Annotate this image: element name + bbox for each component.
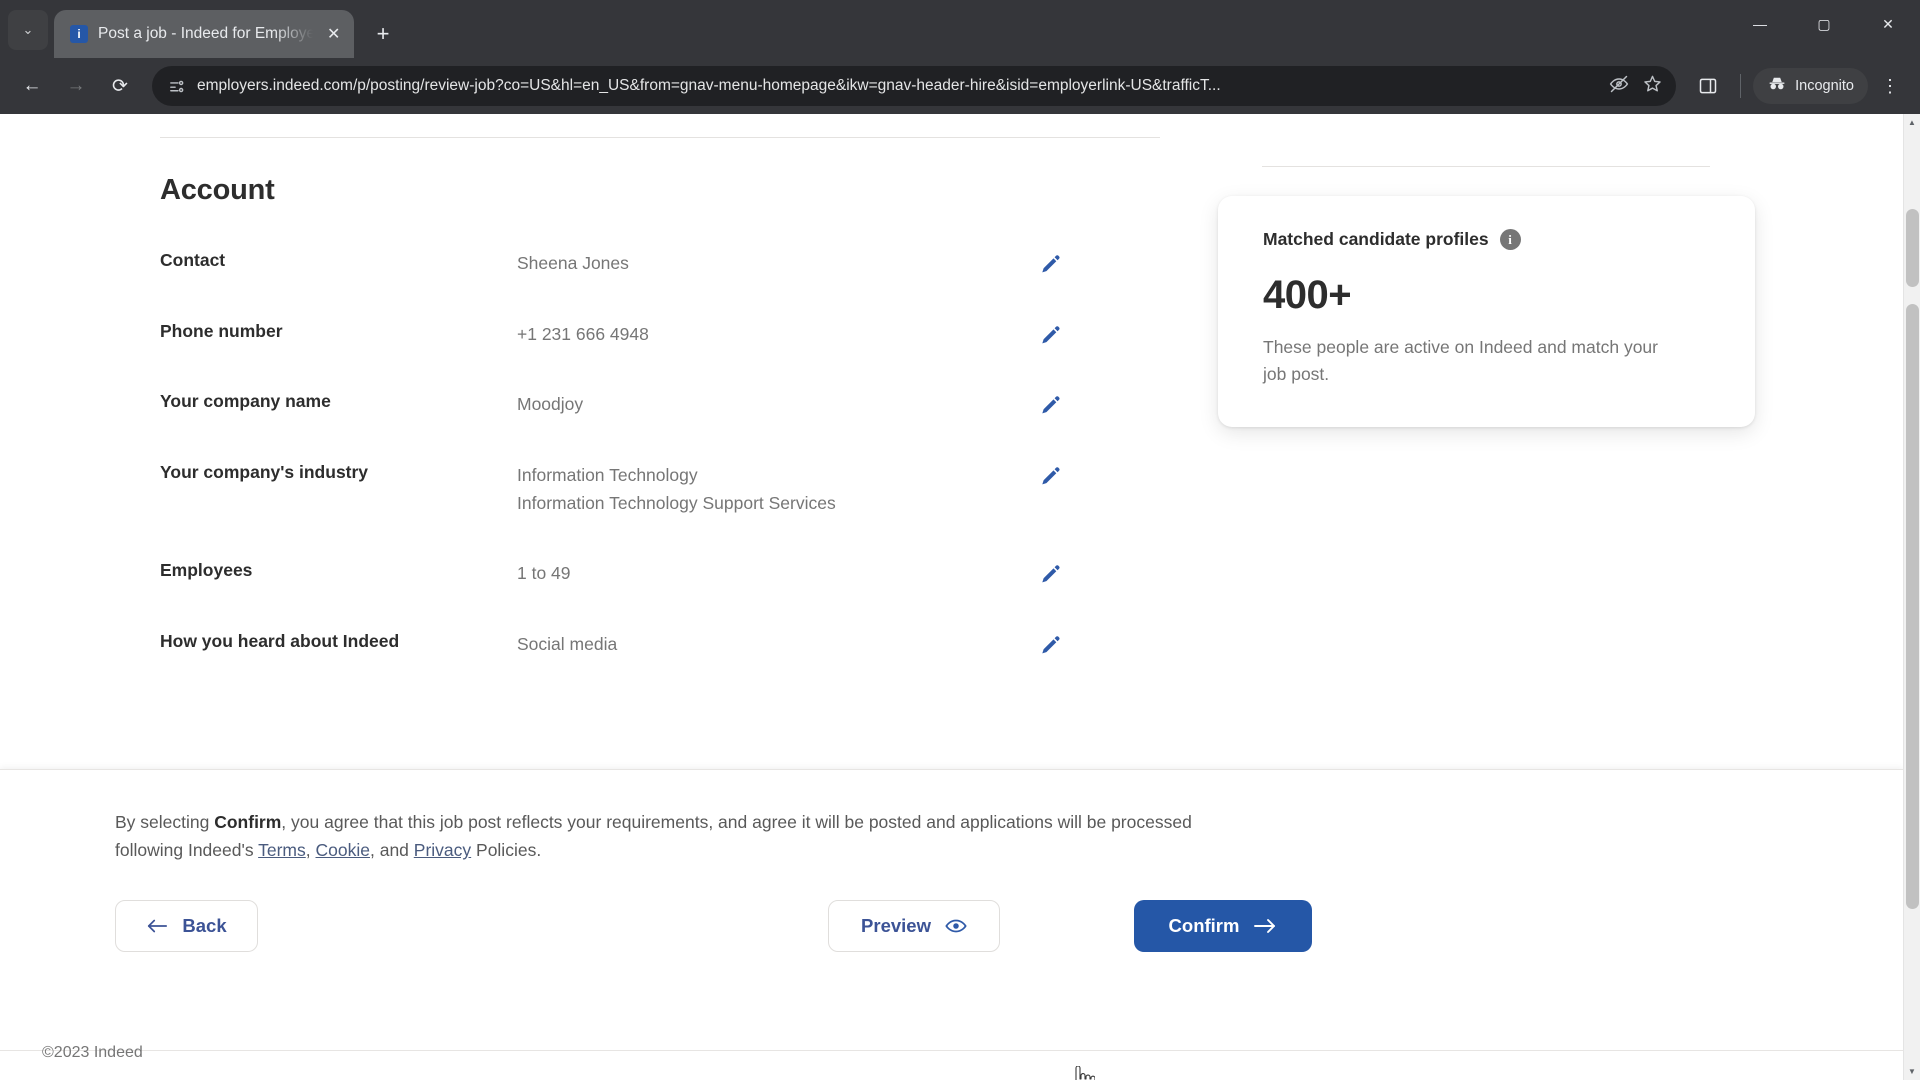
maximize-button[interactable]: ▢ — [1792, 0, 1856, 48]
field-label: Employees — [160, 560, 253, 581]
footer-button-row: Back Preview Confirm — [115, 900, 1903, 952]
legal-bold-confirm: Confirm — [214, 812, 282, 832]
pencil-icon — [1042, 396, 1060, 414]
preview-button[interactable]: Preview — [828, 900, 1000, 952]
legal-suffix: Policies. — [471, 840, 542, 861]
section-divider-left — [160, 137, 1160, 138]
field-label: How you heard about Indeed — [160, 630, 400, 651]
legal-sep-2: , and — [369, 840, 414, 861]
pencil-icon — [1042, 255, 1060, 273]
chevron-down-icon: ⌄ — [22, 22, 34, 37]
legal-disclaimer: By selecting Confirm, you agree that thi… — [115, 808, 1205, 865]
edit-employees-button[interactable] — [1033, 556, 1067, 590]
incognito-indicator[interactable]: Incognito — [1753, 68, 1868, 104]
eye-off-icon[interactable] — [1609, 74, 1629, 99]
field-row-company-industry: Your company's industry Information Tech… — [160, 460, 1160, 517]
close-window-button[interactable]: ✕ — [1856, 0, 1920, 48]
account-section: Account Contact Sheena Jones Phone numbe… — [160, 174, 1160, 658]
browser-toolbar: ← → ⟳ employers.indeed.com/p/posting/rev… — [0, 58, 1920, 114]
field-label: Your company name — [160, 391, 331, 412]
reload-button[interactable]: ⟳ — [100, 66, 140, 106]
url-text: employers.indeed.com/p/posting/review-jo… — [197, 77, 1221, 94]
page-content: Account Contact Sheena Jones Phone numbe… — [0, 114, 1903, 1080]
close-tab-icon[interactable]: ✕ — [323, 23, 344, 45]
scrollbar-thumb-secondary[interactable] — [1906, 304, 1919, 909]
browser-window: ⌄ i Post a job - Indeed for Employers ✕ … — [0, 0, 1920, 1080]
matched-candidates-count: 400+ — [1263, 273, 1352, 317]
minimize-button[interactable]: — — [1728, 0, 1792, 48]
forward-button[interactable]: → — [56, 66, 96, 106]
edit-how-you-heard-button[interactable] — [1033, 627, 1067, 661]
page-title: Account — [160, 174, 275, 206]
scroll-up-arrow[interactable]: ▲ — [1904, 114, 1920, 131]
browser-menu-button[interactable]: ⋮ — [1872, 66, 1908, 106]
terms-link[interactable]: Terms — [258, 840, 306, 860]
cookie-link[interactable]: Cookie — [316, 840, 370, 860]
edit-contact-button[interactable] — [1033, 246, 1067, 280]
arrow-left-icon — [146, 918, 168, 934]
matched-candidates-card: Matched candidate profiles i 400+ These … — [1218, 196, 1755, 427]
section-divider-right — [1262, 166, 1710, 167]
pencil-icon — [1042, 636, 1060, 654]
browser-tab[interactable]: i Post a job - Indeed for Employers ✕ — [54, 10, 354, 58]
eye-icon — [945, 918, 967, 934]
tab-title: Post a job - Indeed for Employers — [98, 25, 314, 42]
matched-candidates-title: Matched candidate profiles — [1263, 229, 1489, 249]
privacy-link[interactable]: Privacy — [414, 840, 471, 860]
tab-strip: ⌄ i Post a job - Indeed for Employers ✕ … — [0, 0, 1920, 58]
legal-sep-1: , — [305, 840, 316, 861]
scroll-down-arrow[interactable]: ▼ — [1904, 1063, 1920, 1080]
matched-candidates-header: Matched candidate profiles i — [1263, 229, 1715, 250]
tab-search-button[interactable]: ⌄ — [8, 10, 48, 50]
confirm-button[interactable]: Confirm — [1134, 900, 1312, 952]
toolbar-divider — [1740, 74, 1742, 98]
copyright-text: ©2023 Indeed — [42, 1044, 143, 1061]
edit-company-industry-button[interactable] — [1033, 458, 1067, 492]
page-viewport: Account Contact Sheena Jones Phone numbe… — [0, 114, 1920, 1080]
confirm-button-label: Confirm — [1168, 915, 1240, 936]
side-panel-icon[interactable] — [1688, 66, 1728, 106]
pencil-icon — [1042, 565, 1060, 583]
back-button-label: Back — [182, 915, 227, 936]
legal-prefix: By selecting — [115, 812, 215, 832]
back-button[interactable]: ← — [12, 66, 52, 106]
footer-hairline — [0, 1050, 1903, 1051]
main-content-area: Account Contact Sheena Jones Phone numbe… — [0, 114, 1903, 769]
info-icon[interactable]: i — [1499, 229, 1521, 250]
window-controls: — ▢ ✕ — [1728, 0, 1920, 48]
pencil-icon — [1042, 325, 1060, 344]
back-button[interactable]: Back — [115, 900, 258, 952]
matched-candidates-description: These people are active on Indeed and ma… — [1263, 337, 1658, 385]
scroll-container: Account Contact Sheena Jones Phone numbe… — [0, 114, 1903, 1080]
edit-company-name-button[interactable] — [1033, 387, 1067, 421]
field-label: Contact — [160, 250, 226, 270]
field-value-line: Information Technology Support Services — [517, 492, 836, 513]
incognito-label: Incognito — [1795, 78, 1854, 94]
field-row-contact: Contact Sheena Jones — [160, 248, 1160, 278]
indeed-favicon: i — [70, 25, 88, 43]
field-label: Your company's industry — [160, 461, 369, 482]
preview-button-label: Preview — [861, 915, 931, 936]
pencil-icon — [1042, 467, 1060, 485]
new-tab-button[interactable]: + — [366, 17, 400, 51]
field-row-how-you-heard: How you heard about Indeed Social media — [160, 629, 1160, 659]
arrow-right-icon — [1253, 918, 1277, 934]
incognito-hat-icon — [1767, 74, 1787, 98]
field-label: Phone number — [160, 320, 283, 341]
sticky-footer: By selecting Confirm, you agree that thi… — [0, 769, 1903, 1080]
field-row-company-name: Your company name Moodjoy — [160, 389, 1160, 419]
scrollbar-thumb[interactable] — [1906, 209, 1919, 287]
page-info-icon[interactable] — [168, 78, 185, 95]
field-row-employees: Employees 1 to 49 — [160, 558, 1160, 588]
address-bar[interactable]: employers.indeed.com/p/posting/review-jo… — [152, 66, 1677, 106]
edit-phone-number-button[interactable] — [1033, 317, 1067, 351]
star-icon[interactable] — [1643, 74, 1662, 98]
field-row-phone-number: Phone number +1 231 666 4948 — [160, 319, 1160, 349]
page-scrollbar[interactable]: ▲ ▼ — [1903, 114, 1920, 1080]
